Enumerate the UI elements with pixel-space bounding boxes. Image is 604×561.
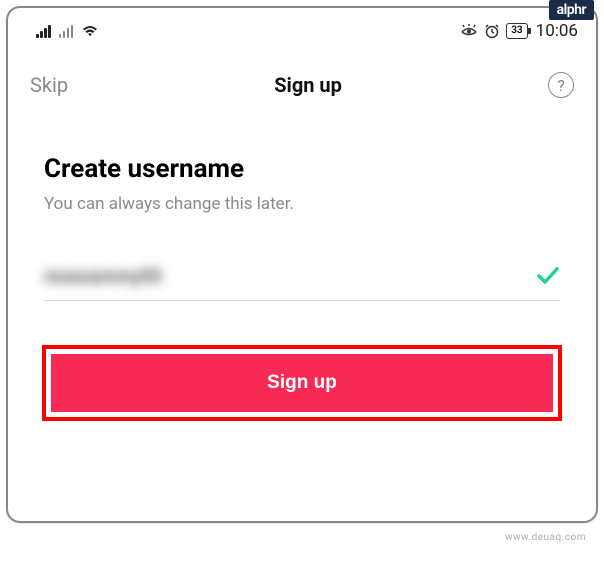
page-title: Sign up <box>274 73 342 97</box>
signup-button[interactable]: Sign up <box>51 354 553 412</box>
watermark: www.deuaq.com <box>505 532 586 543</box>
eye-icon <box>460 24 478 38</box>
battery-icon: 33 <box>506 23 527 39</box>
status-bar: 33 10:06 <box>8 8 596 48</box>
username-field-row: rosesammy00 <box>44 264 560 301</box>
battery-level: 33 <box>511 25 522 37</box>
heading: Create username <box>44 154 560 184</box>
status-right: 33 10:06 <box>460 21 578 41</box>
skip-button[interactable]: Skip <box>30 73 68 97</box>
highlight-annotation: Sign up <box>42 345 562 421</box>
alarm-icon <box>484 23 500 39</box>
signal-icon-1 <box>36 24 51 38</box>
username-input[interactable]: rosesammy00 <box>44 264 161 288</box>
clock: 10:06 <box>536 21 578 41</box>
signal-icon-2 <box>59 24 74 38</box>
nav-bar: Skip Sign up ? <box>8 48 596 108</box>
wifi-icon <box>81 24 99 38</box>
checkmark-icon <box>536 266 560 286</box>
subtext: You can always change this later. <box>44 194 560 214</box>
alphr-badge: alphr <box>549 0 594 20</box>
help-icon[interactable]: ? <box>548 72 574 98</box>
main-content: Create username You can always change th… <box>8 108 596 421</box>
help-label: ? <box>557 76 565 95</box>
status-left <box>36 24 99 38</box>
phone-frame: 33 10:06 Skip Sign up ? Create username … <box>6 6 598 523</box>
